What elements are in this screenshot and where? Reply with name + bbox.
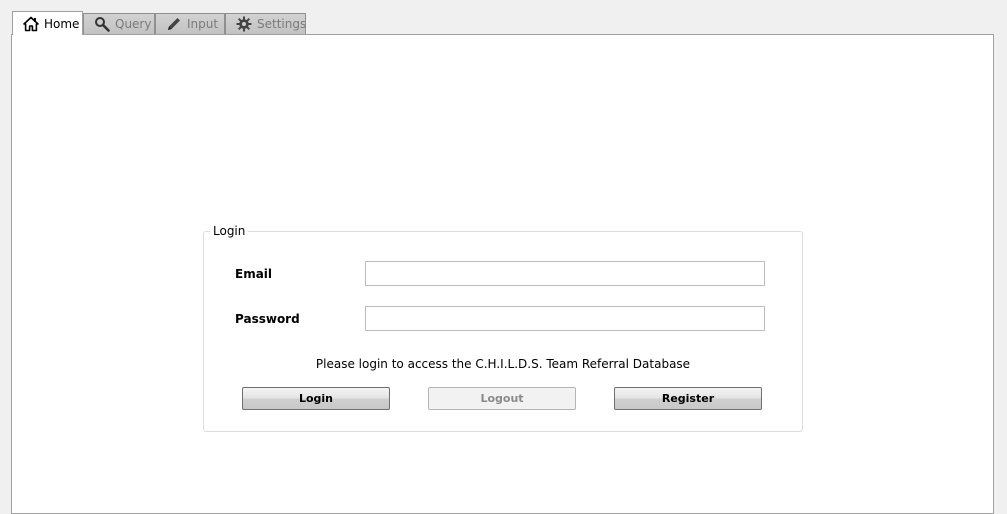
- email-label: Email: [235, 267, 273, 281]
- register-button[interactable]: Register: [614, 387, 762, 410]
- password-label: Password: [235, 312, 300, 326]
- tab-settings[interactable]: Settings: [225, 13, 306, 34]
- password-field[interactable]: [365, 306, 765, 331]
- home-pane: Login Email Password Please login to acc…: [11, 34, 994, 514]
- search-icon: [94, 16, 110, 32]
- tab-input-label: Input: [187, 17, 219, 31]
- pencil-icon: [166, 16, 182, 32]
- tab-settings-label: Settings: [257, 17, 307, 31]
- gear-icon: [236, 16, 252, 32]
- home-icon: [23, 16, 39, 32]
- login-message: Please login to access the C.H.I.L.D.S. …: [315, 357, 691, 371]
- login-group: Login Email Password Please login to acc…: [203, 223, 803, 432]
- logout-button[interactable]: Logout: [428, 387, 576, 410]
- login-button[interactable]: Login: [242, 387, 390, 410]
- tab-query-label: Query: [115, 17, 152, 31]
- login-group-title: Login: [210, 223, 249, 239]
- tab-query[interactable]: Query: [83, 13, 155, 34]
- email-field[interactable]: [365, 261, 765, 286]
- tab-input[interactable]: Input: [155, 13, 225, 34]
- tab-home-label: Home: [44, 16, 80, 31]
- tab-home[interactable]: Home: [12, 11, 83, 35]
